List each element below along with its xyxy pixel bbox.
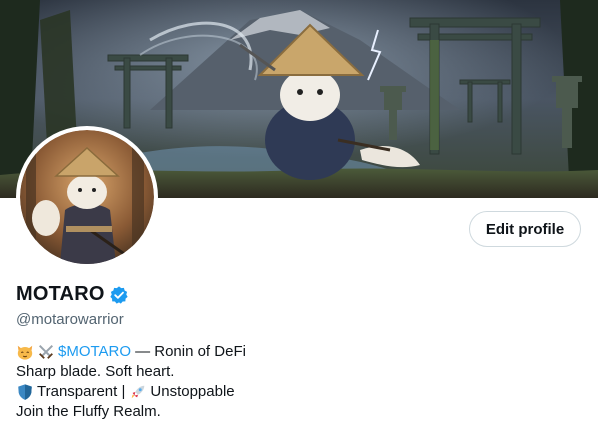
bio-line-4-text: Join the Fluffy Realm. [16,403,161,420]
edit-profile-button[interactable]: Edit profile [469,211,581,247]
avatar[interactable] [16,126,158,268]
profile-handle: @motarowarrior [16,311,124,328]
display-name: MOTARO [16,283,105,305]
profile-bio: $MOTARO — Ronin of DeFi Sharp blade. Sof… [16,342,246,422]
bio-line-4: Join the Fluffy Realm. [16,402,246,422]
bio-line-1-text: — Ronin of DeFi [135,343,246,360]
bio-line-3: Transparent | Unstoppable [16,382,246,402]
rocket-emoji-icon [132,385,145,399]
bio-line-3-text-a: Transparent | [37,383,126,400]
shield-emoji-icon [18,384,32,400]
bio-line-1: $MOTARO — Ronin of DeFi [16,342,246,362]
profile-name-row: MOTARO [16,283,129,306]
avatar-image [20,130,154,264]
crossed-swords-emoji-icon [38,344,54,359]
bio-line-2: Sharp blade. Soft heart. [16,362,246,382]
verified-badge-icon[interactable] [109,285,129,305]
bio-line-3-text-b: Unstoppable [150,383,235,400]
cat-face-emoji-icon [17,345,33,360]
bio-line-2-text: Sharp blade. Soft heart. [16,363,175,380]
cashtag-link[interactable]: $MOTARO [58,342,131,362]
